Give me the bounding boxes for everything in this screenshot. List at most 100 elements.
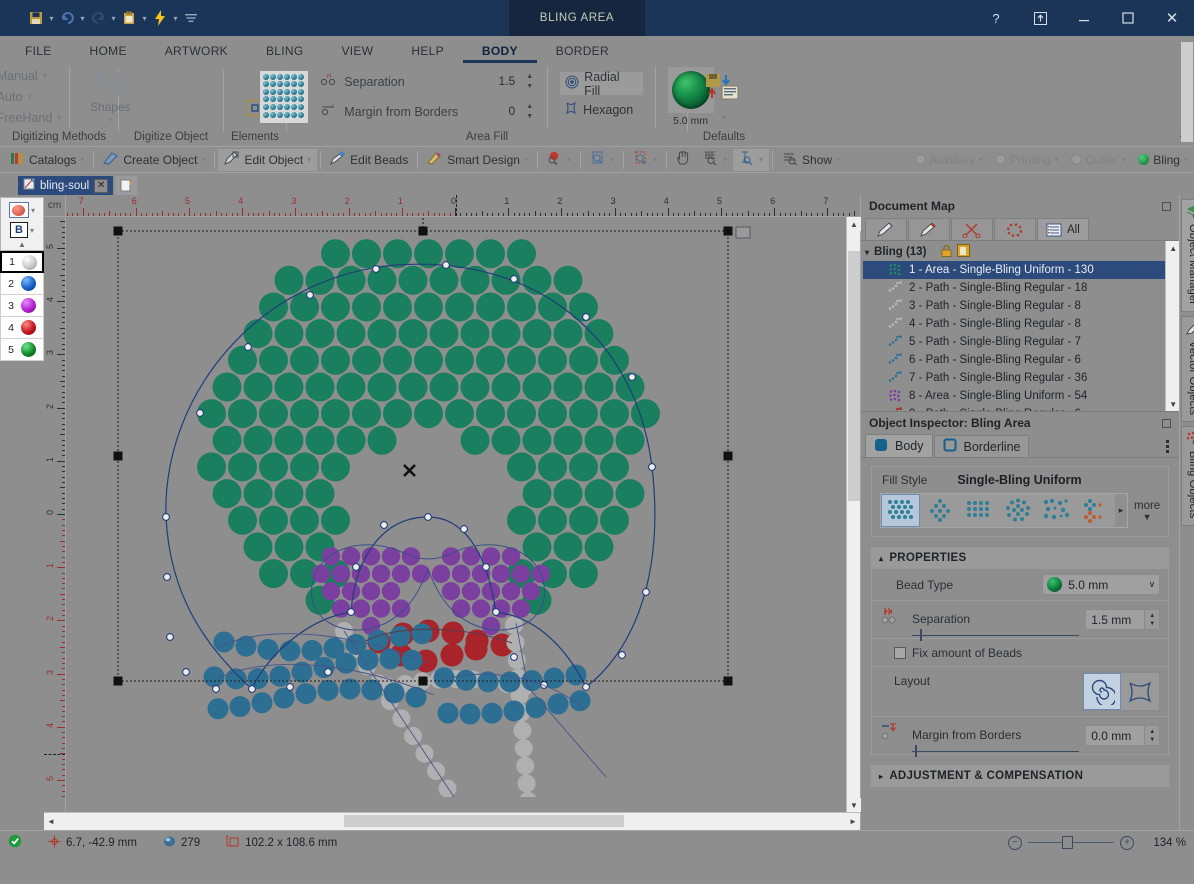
overflow-menu-icon[interactable] <box>1166 440 1170 453</box>
bead-slot-2[interactable]: 2 <box>0 273 44 295</box>
tree-root-bling[interactable]: ▾ Bling (13) <box>863 243 1165 261</box>
mode-picker-row[interactable]: B ▾ <box>9 220 34 240</box>
fix-beads-row[interactable]: Fix amount of Beads <box>872 639 1169 667</box>
document-map-tab-pencil[interactable] <box>865 218 907 240</box>
new-document-tab[interactable] <box>115 176 138 195</box>
paste-icon[interactable] <box>119 7 139 29</box>
show-button[interactable]: Show ▾ <box>776 149 846 171</box>
arc-tool-icon[interactable] <box>146 107 168 126</box>
redo-caret-icon[interactable]: ▾ <box>108 7 119 29</box>
save-caret-icon[interactable]: ▾ <box>46 7 57 29</box>
properties-header[interactable]: ▴ PROPERTIES <box>871 547 1170 569</box>
edit-beads-button[interactable]: Edit Beads <box>324 149 414 171</box>
edit-object-button[interactable]: Edit Object ▾ <box>218 148 318 171</box>
tree-scroll-thumb[interactable] <box>1181 42 1193 142</box>
create-object-caret-icon[interactable]: ▾ <box>201 155 205 164</box>
quick-action-icon[interactable] <box>150 7 170 29</box>
zoom-selection-caret-icon[interactable]: ▾ <box>653 155 657 164</box>
bead-slot-4[interactable]: 4 <box>0 317 44 339</box>
fill-swatch-motif[interactable] <box>1076 494 1115 527</box>
show-caret-icon[interactable]: ▾ <box>836 155 840 164</box>
bead-type-caret-icon[interactable]: ∨ <box>1149 579 1156 590</box>
zoom-slider[interactable] <box>1028 836 1114 849</box>
create-object-button[interactable]: Create Object ▾ <box>97 149 211 171</box>
horizontal-scroll-thumb[interactable] <box>344 815 624 827</box>
quick-action-caret-icon[interactable]: ▾ <box>170 7 181 29</box>
hexagon-layout-button[interactable] <box>1121 673 1160 710</box>
corner-tool-icon[interactable] <box>146 87 168 106</box>
arc2-tool-icon[interactable] <box>174 107 196 126</box>
fill-swatch-uniform-grid[interactable] <box>881 494 920 527</box>
paste-caret-icon[interactable]: ▾ <box>139 7 150 29</box>
redo-icon[interactable] <box>88 7 108 29</box>
grid-zoom-caret-icon[interactable]: ▾ <box>723 155 727 164</box>
pin-icon[interactable] <box>1162 418 1172 428</box>
vtab-object-manager[interactable]: Object Manager <box>1181 199 1194 313</box>
tab-borderline[interactable]: Borderline <box>933 435 1030 457</box>
bead-slot-5[interactable]: 5 <box>0 339 44 361</box>
adjustment-header[interactable]: ▸ ADJUSTMENT & COMPENSATION <box>871 765 1170 787</box>
fill-swatch-next-arrow[interactable]: ▸ <box>1115 494 1127 527</box>
scroll-right-button[interactable]: ► <box>846 814 860 828</box>
canvas-vertical-scrollbar[interactable]: ▲ ▼ <box>846 217 861 812</box>
tree-item-4[interactable]: 4 - Path - Single-Bling Regular - 8 <box>863 315 1165 333</box>
edit-object-caret-icon[interactable]: ▾ <box>307 155 311 164</box>
minimize-icon[interactable] <box>1062 0 1106 36</box>
pin-icon[interactable] <box>1162 201 1172 211</box>
radial-fill-button[interactable]: Radial Fill <box>560 70 643 98</box>
zoom-selection-button[interactable]: ▾ <box>627 149 663 171</box>
area-fill-preview-icon[interactable] <box>260 70 309 123</box>
curve-tool-icon[interactable] <box>174 67 196 86</box>
margin-spinner[interactable]: ▲ ▼ <box>524 102 535 121</box>
zoom-page-caret-icon[interactable]: ▾ <box>610 155 614 164</box>
customize-qat-icon[interactable] <box>181 7 201 29</box>
catalogs-button[interactable]: Catalogs ▾ <box>4 149 90 171</box>
ribbon-tab-artwork[interactable]: ARTWORK <box>146 39 247 63</box>
undo-icon[interactable] <box>57 7 77 29</box>
document-tab-close-icon[interactable]: ✕ <box>94 178 109 193</box>
visibility-icon[interactable] <box>957 244 971 260</box>
measure-caret-icon[interactable]: ▾ <box>759 155 763 164</box>
fill-swatch-scatter[interactable] <box>1037 494 1076 527</box>
mode-letter-box[interactable]: B <box>9 222 28 238</box>
bead-type-combo[interactable]: 5.0 mm ∨ <box>1042 574 1161 595</box>
ruler-unit-label[interactable]: cm <box>44 195 66 217</box>
zoom-in-button[interactable]: + <box>1120 835 1134 850</box>
fill-swatch-diamond[interactable] <box>920 494 959 527</box>
catalogs-caret-icon[interactable]: ▾ <box>80 155 84 164</box>
canvas-horizontal-scrollbar[interactable]: ◄ ► <box>44 812 860 830</box>
separation-value-input[interactable]: 1.5 mm ▲ ▼ <box>1085 609 1161 630</box>
bead-slot-3[interactable]: 3 <box>0 295 44 317</box>
lock-icon[interactable] <box>941 244 952 260</box>
zoom-red-caret-icon[interactable]: ▾ <box>567 155 571 164</box>
maximize-icon[interactable] <box>1106 0 1150 36</box>
smart-design-button[interactable]: Smart Design ▾ <box>421 149 534 171</box>
close-icon[interactable]: ✕ <box>1150 0 1194 36</box>
ribbon-tab-home[interactable]: HOME <box>71 39 146 63</box>
pan-hand-button[interactable] <box>670 149 697 171</box>
vertical-scroll-thumb[interactable] <box>848 251 860 501</box>
tree-scroll-up-button[interactable]: ▲ <box>1166 241 1181 255</box>
document-map-tab-all[interactable]: All <box>1037 218 1089 240</box>
ribbon-tab-border[interactable]: BORDER <box>537 39 628 63</box>
context-tab-bling-area[interactable]: BLING AREA <box>509 0 645 36</box>
vtab-vector-objects[interactable]: Vector Objects <box>1181 316 1194 423</box>
help-icon[interactable]: ? <box>974 0 1018 36</box>
tree-item-3[interactable]: 3 - Path - Single-Bling Regular - 8 <box>863 297 1165 315</box>
margin-input[interactable]: 0 <box>478 102 519 121</box>
tree-item-7[interactable]: 7 - Path - Single-Bling Regular - 36 <box>863 369 1165 387</box>
mode-caret-icon[interactable]: ▾ <box>30 226 34 235</box>
margin-value-input[interactable]: 0.0 mm ▲ ▼ <box>1085 725 1161 746</box>
save-defaults-icon[interactable] <box>704 72 744 105</box>
auto-digitize-button[interactable]: Auto ▾ <box>0 89 61 105</box>
line-tool-icon[interactable] <box>146 67 168 86</box>
fix-beads-checkbox[interactable] <box>894 646 906 659</box>
scroll-left-button[interactable]: ◄ <box>44 814 58 828</box>
auxiliary-caret-icon[interactable]: ▾ <box>979 155 983 164</box>
zoom-out-button[interactable]: − <box>1008 835 1022 850</box>
separation-spinner[interactable]: ▲ ▼ <box>1144 610 1160 629</box>
grid-zoom-button[interactable]: ▾ <box>697 149 733 171</box>
manual-digitize-button[interactable]: Manual ▾ <box>0 68 61 84</box>
fill-swatch-rows[interactable] <box>959 494 998 527</box>
document-tab-bling-soul[interactable]: bling-soul ✕ <box>18 176 114 195</box>
